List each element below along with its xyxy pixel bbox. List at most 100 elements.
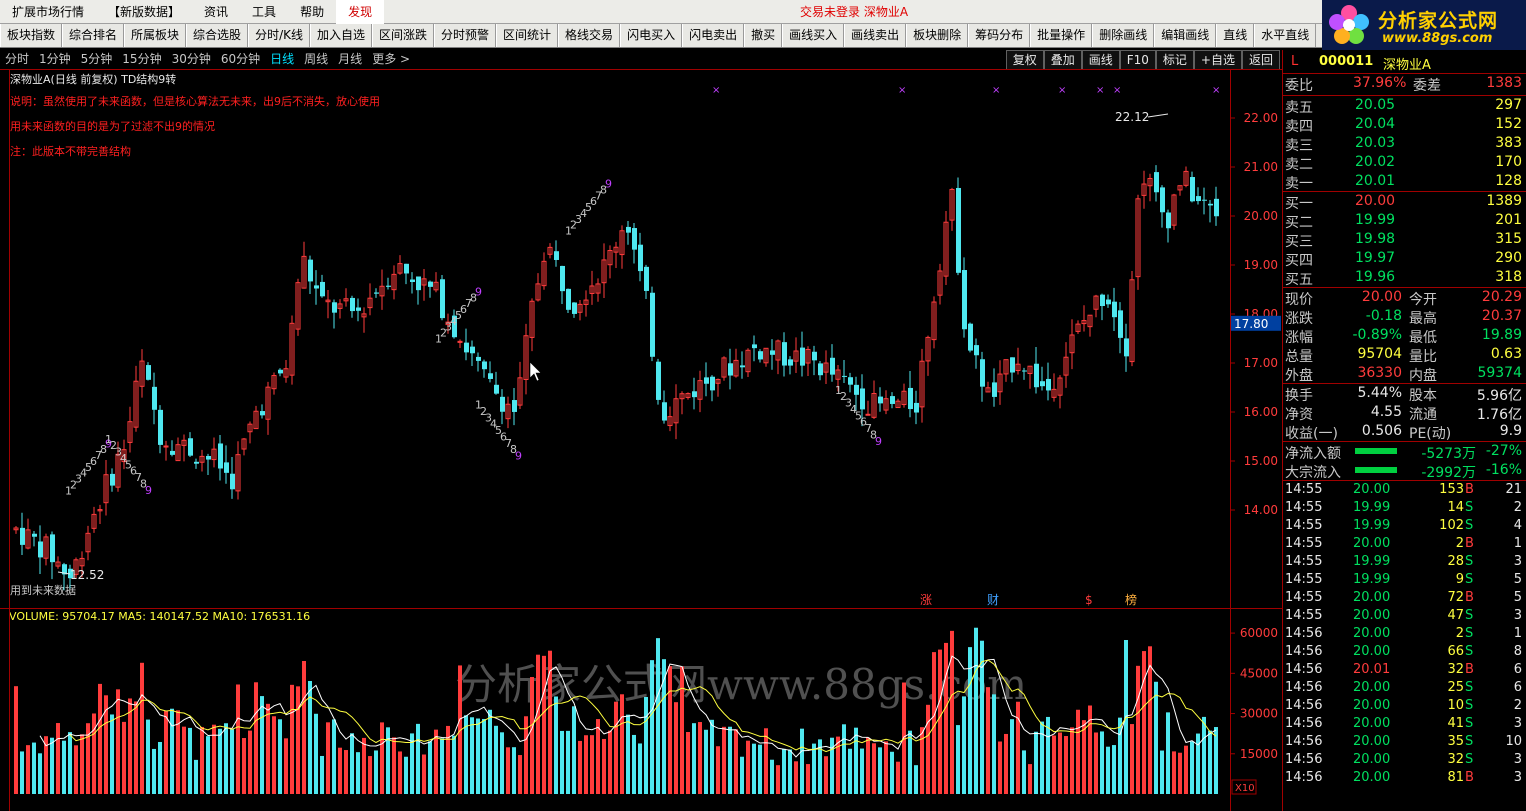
chart-button-5[interactable]: +自选 xyxy=(1193,50,1242,69)
candle-body xyxy=(572,302,577,314)
period-tab-8[interactable]: 月线 xyxy=(333,50,367,69)
period-tab-5[interactable]: 60分钟 xyxy=(216,50,265,69)
volume-bar xyxy=(1040,721,1044,794)
toolbar-button-14[interactable]: 画线卖出 xyxy=(844,24,907,47)
volume-bar xyxy=(998,741,1002,794)
chart-button-1[interactable]: 叠加 xyxy=(1043,50,1082,69)
period-tab-6[interactable]: 日线 xyxy=(265,50,299,69)
toolbar-button-18[interactable]: 删除画线 xyxy=(1092,24,1155,47)
volume-bar xyxy=(146,719,150,794)
candle-body xyxy=(812,351,817,361)
period-tab-7[interactable]: 周线 xyxy=(299,50,333,69)
volume-bar xyxy=(1052,735,1056,794)
volume-bar xyxy=(206,736,210,794)
toolbar-button-8[interactable]: 区间统计 xyxy=(496,24,559,47)
toolbar-button-10[interactable]: 闪电买入 xyxy=(620,24,683,47)
volume-bar xyxy=(1136,665,1140,794)
volume-bar xyxy=(122,721,126,794)
sell-level-3: 卖二 20.02 170 xyxy=(1283,153,1526,173)
menu-item-5[interactable]: 发现 xyxy=(336,0,385,24)
tick-list[interactable]: 14:55 20.00 153 B 21 14:55 19.99 14 S 2 14:55 19.99… xyxy=(1283,481,1526,787)
price-tick-label: 21.00 xyxy=(1244,160,1278,174)
volume-bar xyxy=(1154,681,1158,794)
stat-value: 59374 xyxy=(1477,365,1522,381)
toolbar-button-0[interactable]: 板块指数 xyxy=(0,24,63,47)
chart-button-4[interactable]: 标记 xyxy=(1155,50,1194,69)
toolbar-button-2[interactable]: 所属板块 xyxy=(124,24,187,47)
toolbar-button-3[interactable]: 综合选股 xyxy=(186,24,249,47)
capital-flows: 净流入额 -5273万 -27% 大宗流入 -2992万 -16% xyxy=(1283,442,1526,481)
period-tab-2[interactable]: 5分钟 xyxy=(76,50,118,69)
toolbar-button-4[interactable]: 分时/K线 xyxy=(248,24,310,47)
signal-marker: × xyxy=(1212,85,1220,96)
sell-price: 20.02 xyxy=(1355,154,1396,170)
toolbar-button-16[interactable]: 筹码分布 xyxy=(968,24,1031,47)
period-tab-4[interactable]: 30分钟 xyxy=(167,50,216,69)
period-tab-0[interactable]: 分时 xyxy=(0,50,34,69)
volume-bar xyxy=(500,732,504,794)
toolbar-button-6[interactable]: 区间涨跌 xyxy=(372,24,435,47)
menu-item-3[interactable]: 工具 xyxy=(240,0,288,24)
sell-volume: 383 xyxy=(1495,135,1522,151)
period-tab-9[interactable]: 更多 > xyxy=(367,50,415,69)
menu-item-0[interactable]: 扩展市场行情 xyxy=(0,0,96,24)
volume-bar xyxy=(428,741,432,794)
toolbar-button-20[interactable]: 直线 xyxy=(1216,24,1255,47)
toolbar-button-5[interactable]: 加入自选 xyxy=(309,24,372,47)
toolbar-button-11[interactable]: 闪电卖出 xyxy=(682,24,745,47)
toolbar-button-12[interactable]: 撤买 xyxy=(744,24,783,47)
volume-bar xyxy=(872,743,876,794)
candle-body xyxy=(320,281,325,297)
volume-bar xyxy=(170,708,174,794)
candle-body xyxy=(974,345,979,356)
volume-bar xyxy=(1112,745,1116,794)
volume-bar xyxy=(140,662,144,794)
tick-row: 14:55 20.00 72 B 5 xyxy=(1283,589,1526,607)
volume-bar xyxy=(1100,731,1104,794)
volume-bar xyxy=(1034,731,1038,794)
volume-bar xyxy=(1106,746,1110,794)
candle-body xyxy=(416,276,421,291)
flow-pct: -27% xyxy=(1485,443,1522,459)
toolbar-button-17[interactable]: 批量操作 xyxy=(1030,24,1093,47)
chart-button-0[interactable]: 复权 xyxy=(1005,50,1044,69)
menu-item-4[interactable]: 帮助 xyxy=(288,0,336,24)
volume-bar xyxy=(572,706,576,794)
candle-body xyxy=(956,187,961,273)
volume-bar xyxy=(890,751,894,794)
volume-bar xyxy=(440,738,444,794)
volume-bar xyxy=(224,723,228,794)
kline-chart[interactable]: 分析家公式网www.88gs.com22.0021.0020.0019.0018… xyxy=(0,69,1282,811)
menu-item-1[interactable]: 【新版数据】 xyxy=(96,0,192,24)
tick-side: B xyxy=(1465,590,1474,605)
volume-bar xyxy=(1076,709,1080,794)
volume-bar xyxy=(38,753,42,794)
volume-bar xyxy=(656,638,660,794)
menu-item-2[interactable]: 资讯 xyxy=(192,0,240,24)
toolbar-button-1[interactable]: 综合排名 xyxy=(62,24,125,47)
volume-bar xyxy=(1160,750,1164,794)
toolbar-button-15[interactable]: 板块删除 xyxy=(906,24,969,47)
tick-time: 14:55 xyxy=(1285,608,1323,623)
chart-button-6[interactable]: 返回 xyxy=(1241,50,1280,69)
toolbar-button-21[interactable]: 水平直线 xyxy=(1254,24,1317,47)
chart-button-2[interactable]: 画线 xyxy=(1081,50,1120,69)
stat-label: 总量 xyxy=(1285,349,1313,365)
volume-bar xyxy=(608,730,612,794)
period-tab-1[interactable]: 1分钟 xyxy=(34,50,76,69)
volume-bar xyxy=(860,748,864,794)
toolbar-button-13[interactable]: 画线买入 xyxy=(782,24,845,47)
period-tab-3[interactable]: 15分钟 xyxy=(117,50,166,69)
volume-bar xyxy=(218,728,222,794)
volume-bar xyxy=(584,735,588,794)
buy-price: 19.99 xyxy=(1355,212,1396,228)
volume-bar xyxy=(1142,651,1146,794)
toolbar-button-9[interactable]: 格线交易 xyxy=(558,24,621,47)
toolbar-button-19[interactable]: 编辑画线 xyxy=(1154,24,1217,47)
toolbar-button-7[interactable]: 分时预警 xyxy=(434,24,497,47)
buy-price: 20.00 xyxy=(1355,193,1396,209)
candle-body xyxy=(782,342,787,366)
candle-body xyxy=(404,263,409,274)
event-mark: 榜 xyxy=(1125,592,1137,607)
chart-button-3[interactable]: F10 xyxy=(1119,50,1156,69)
